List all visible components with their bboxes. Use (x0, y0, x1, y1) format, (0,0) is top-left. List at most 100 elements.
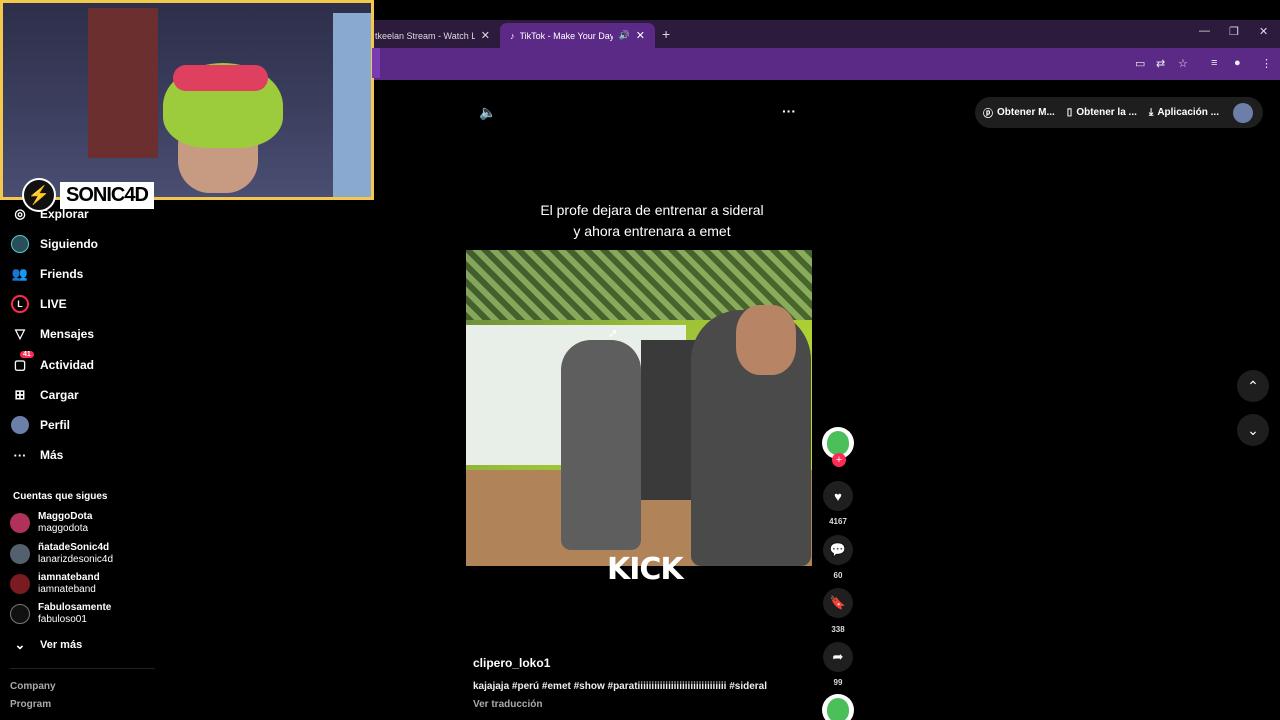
see-more-button[interactable]: ⌄ Ver más (10, 633, 83, 657)
tab-label: TikTok - Make Your Day (519, 30, 613, 41)
bookmark-star-icon[interactable]: ☆ (1178, 57, 1188, 70)
sidebar-item-label: Cargar (40, 388, 79, 402)
minimize-button[interactable]: — (1199, 25, 1210, 37)
sidebar-item-friends[interactable]: 👥 Friends (10, 262, 83, 286)
lightning-icon: ⚡ (22, 178, 56, 212)
webcam-overlay (0, 0, 374, 200)
new-tab-button[interactable]: + (662, 26, 670, 42)
sidebar-divider (10, 668, 155, 669)
sidebar-item-messages[interactable]: ▽ Mensajes (10, 322, 94, 346)
account-name: iamnateband (38, 572, 100, 583)
see-translation-link[interactable]: Ver traducción (473, 699, 542, 710)
sound-avatar[interactable] (822, 694, 854, 720)
video-person-man-head (736, 305, 796, 375)
restore-button[interactable]: ❐ (1229, 25, 1239, 38)
sidebar-item-following[interactable]: Siguiendo (10, 232, 98, 256)
like-count: 4167 (829, 517, 847, 526)
audio-playing-icon[interactable]: 🔊 (619, 30, 630, 41)
comment-icon[interactable]: 💬 (823, 535, 853, 565)
close-window-button[interactable]: ✕ (1259, 25, 1268, 38)
video-caption: El profe dejara de entrenar a sideral y … (465, 200, 839, 242)
sidebar-item-label: LIVE (40, 297, 67, 311)
sidebar-item-label: Friends (40, 267, 84, 281)
followed-account[interactable]: iamnateband iamnateband (10, 570, 100, 598)
following-section-title: Cuentas que sigues (13, 491, 108, 502)
extension-icon[interactable]: ● (1234, 57, 1241, 69)
footer-link-program[interactable]: Program (10, 699, 51, 710)
live-icon: L (10, 294, 30, 314)
download-icon: ⤓ (1148, 107, 1154, 118)
media-control-icon[interactable]: ≡ (1211, 57, 1217, 69)
video-author[interactable]: clipero_loko1 (473, 656, 550, 670)
kick-watermark: KICK (607, 552, 684, 587)
sidebar-item-label: Siguiendo (40, 237, 98, 251)
coin-icon: ⓟ (983, 109, 993, 120)
volume-icon[interactable]: 🔈 (479, 104, 496, 121)
like-icon[interactable]: ♥ (823, 481, 853, 511)
messages-icon: ▽ (15, 326, 25, 341)
account-handle: fabuloso01 (38, 614, 87, 625)
get-coins-button[interactable]: ⓟ Obtener M... (983, 105, 1055, 120)
followed-account[interactable]: Fabulosamente fabuloso01 (10, 600, 111, 628)
browser-menu-icon[interactable]: ⋮ (1261, 57, 1272, 70)
account-name: MaggoDota (38, 511, 93, 522)
previous-video-button[interactable]: ⌃ (1237, 370, 1269, 402)
webcam-streamer-goggles (173, 65, 268, 91)
sidebar-item-profile[interactable]: Perfil (10, 413, 70, 437)
followed-account[interactable]: ñatadeSonic4d lanarizdesonic4d (10, 540, 113, 568)
close-tab-icon[interactable]: ✕ (636, 29, 645, 42)
sidebar-item-label: Perfil (40, 418, 71, 432)
activity-icon: ▢ 41 (10, 351, 34, 375)
webcam-window (333, 13, 371, 197)
pill-label: Obtener la ... (1076, 107, 1137, 118)
caption-line-1: El profe dejara de entrenar a sideral (540, 202, 764, 218)
close-tab-icon[interactable]: ✕ (481, 29, 490, 42)
sidebar-item-activity[interactable]: ▢ 41 Actividad (10, 351, 95, 377)
account-name: Fabulosamente (38, 602, 112, 613)
account-handle: maggodota (38, 523, 89, 534)
streamer-logo-text: SONIC4D (60, 181, 154, 209)
sidebar-item-upload[interactable]: ⊞ Cargar (10, 383, 79, 407)
next-video-button[interactable]: ⌄ (1237, 414, 1269, 446)
following-icon (10, 234, 30, 254)
top-actions-bar: ⓟ Obtener M... ▯ Obtener la ... ⤓ Aplicació… (975, 97, 1263, 128)
follow-plus-icon[interactable]: + (832, 453, 846, 467)
sidebar-item-label: Actividad (40, 358, 95, 372)
followed-account[interactable]: MaggoDota maggodota (10, 509, 92, 537)
address-bar-edge (372, 48, 380, 78)
share-icon[interactable]: ➦ (823, 642, 853, 672)
streamer-logo: ⚡ SONIC4D (22, 178, 162, 212)
tab-kick-stream[interactable]: tkeelan Stream - Watch Live ✕ (365, 23, 500, 48)
sidebar-item-more[interactable]: ··· Más (10, 443, 64, 467)
friends-icon: 👥 (11, 266, 29, 281)
bookmark-icon[interactable]: 🔖 (823, 588, 853, 618)
pill-label: Obtener M... (997, 107, 1055, 118)
sidebar-item-label: Mensajes (40, 327, 95, 341)
sidebar-item-live[interactable]: L LIVE (10, 292, 67, 316)
more-options-icon[interactable]: ··· (782, 103, 796, 119)
tiktok-icon: ♪ (510, 30, 515, 41)
phone-icon: ▯ (1066, 107, 1073, 118)
cast-icon[interactable]: ▭ (1135, 57, 1145, 70)
share-count: 99 (833, 678, 843, 687)
comment-count: 60 (833, 571, 843, 580)
footer-link-company[interactable]: Company (10, 681, 56, 692)
get-app-button[interactable]: ▯ Obtener la ... (1067, 107, 1137, 118)
avatar (10, 604, 30, 624)
save-count: 338 (831, 625, 845, 634)
mouse-cursor-icon: ➚ (608, 326, 619, 340)
screen: tkeelan Stream - Watch Live ✕ ♪ TikTok -… (0, 0, 1280, 720)
tab-tiktok[interactable]: ♪ TikTok - Make Your Day 🔊 ✕ (500, 23, 655, 48)
chevron-down-icon: ⌄ (14, 637, 26, 652)
webcam-feed (3, 3, 371, 197)
account-name: ñatadeSonic4d (38, 542, 110, 553)
avatar (10, 574, 30, 594)
translate-icon[interactable]: ⇄ (1156, 57, 1165, 70)
desktop-app-button[interactable]: ⤓ Aplicación ... (1149, 107, 1219, 118)
upload-icon: ⊞ (14, 387, 26, 402)
webcam-shelf (88, 8, 158, 158)
more-icon: ··· (13, 447, 27, 463)
video-player[interactable] (466, 250, 812, 566)
user-avatar[interactable] (1233, 103, 1253, 123)
account-handle: iamnateband (38, 584, 96, 595)
